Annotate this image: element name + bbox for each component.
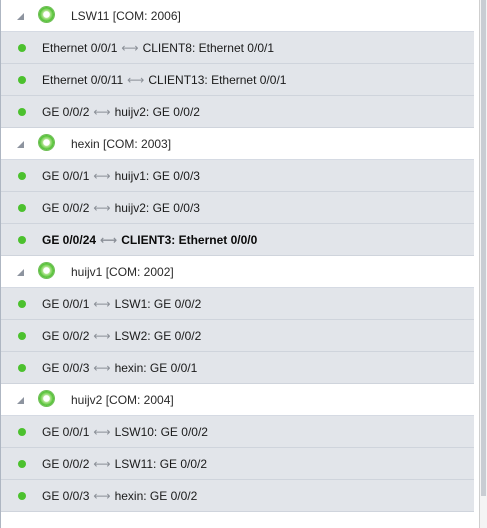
link-row[interactable]: GE 0/0/3 ⟷ hexin: GE 0/0/1 bbox=[1, 352, 474, 384]
expander-triangle-icon[interactable] bbox=[17, 397, 24, 404]
link-row-selected[interactable]: GE 0/0/24 ⟷ CLIENT3: Ethernet 0/0/0 bbox=[1, 224, 474, 256]
link-remote-port: LSW10: GE 0/0/2 bbox=[114, 425, 208, 439]
bidirectional-arrow-icon: ⟷ bbox=[93, 329, 111, 343]
bidirectional-arrow-icon: ⟷ bbox=[100, 233, 118, 247]
device-online-icon bbox=[39, 263, 54, 278]
link-up-dot-icon bbox=[18, 332, 26, 340]
vertical-scrollbar[interactable] bbox=[479, 0, 487, 528]
link-row[interactable]: GE 0/0/1 ⟷ huijv1: GE 0/0/3 bbox=[1, 160, 474, 192]
bidirectional-arrow-icon: ⟷ bbox=[93, 297, 111, 311]
bidirectional-arrow-icon: ⟷ bbox=[93, 361, 111, 375]
device-group-header[interactable]: LSW11 [COM: 2006] bbox=[1, 0, 474, 32]
link-up-dot-icon bbox=[18, 172, 26, 180]
expander-triangle-icon[interactable] bbox=[17, 141, 24, 148]
link-local-port: GE 0/0/1 bbox=[42, 297, 90, 311]
device-online-icon bbox=[39, 135, 54, 150]
link-row[interactable]: GE 0/0/2 ⟷ LSW11: GE 0/0/2 bbox=[1, 448, 474, 480]
link-remote-port: CLIENT8: Ethernet 0/0/1 bbox=[142, 41, 274, 55]
device-link-panel: LSW11 [COM: 2006] Ethernet 0/0/1 ⟷ CLIENT8… bbox=[0, 0, 479, 528]
link-row[interactable]: GE 0/0/3 ⟷ hexin: GE 0/0/2 bbox=[1, 480, 474, 512]
device-group-header[interactable]: hexin [COM: 2003] bbox=[1, 128, 474, 160]
bidirectional-arrow-icon: ⟷ bbox=[93, 489, 111, 503]
device-link-list: LSW11 [COM: 2006] Ethernet 0/0/1 ⟷ CLIENT8… bbox=[1, 0, 474, 512]
link-up-dot-icon bbox=[18, 300, 26, 308]
link-remote-port: LSW1: GE 0/0/2 bbox=[114, 297, 202, 311]
link-row[interactable]: GE 0/0/1 ⟷ LSW1: GE 0/0/2 bbox=[1, 288, 474, 320]
link-up-dot-icon bbox=[18, 364, 26, 372]
bidirectional-arrow-icon: ⟷ bbox=[121, 41, 139, 55]
expander-triangle-icon[interactable] bbox=[17, 13, 24, 20]
link-remote-port: hexin: GE 0/0/2 bbox=[114, 489, 198, 503]
link-row[interactable]: Ethernet 0/0/11 ⟷ CLIENT13: Ethernet 0/0/1 bbox=[1, 64, 474, 96]
bidirectional-arrow-icon: ⟷ bbox=[93, 105, 111, 119]
bidirectional-arrow-icon: ⟷ bbox=[93, 425, 111, 439]
bidirectional-arrow-icon: ⟷ bbox=[93, 201, 111, 215]
device-group-label: hexin [COM: 2003] bbox=[71, 137, 172, 151]
link-local-port: GE 0/0/2 bbox=[42, 457, 90, 471]
link-remote-port: hexin: GE 0/0/1 bbox=[114, 361, 198, 375]
link-up-dot-icon bbox=[18, 76, 26, 84]
link-up-dot-icon bbox=[18, 492, 26, 500]
link-row[interactable]: GE 0/0/2 ⟷ huijv2: GE 0/0/3 bbox=[1, 192, 474, 224]
link-up-dot-icon bbox=[18, 108, 26, 116]
link-remote-port: huijv1: GE 0/0/3 bbox=[114, 169, 200, 183]
link-remote-port: LSW2: GE 0/0/2 bbox=[114, 329, 202, 343]
device-online-icon bbox=[39, 391, 54, 406]
device-group-label: huijv1 [COM: 2002] bbox=[71, 265, 174, 279]
link-local-port: GE 0/0/3 bbox=[42, 489, 90, 503]
bidirectional-arrow-icon: ⟷ bbox=[93, 457, 111, 471]
link-local-port: GE 0/0/2 bbox=[42, 329, 90, 343]
link-local-port: Ethernet 0/0/1 bbox=[42, 41, 118, 55]
link-remote-port: CLIENT13: Ethernet 0/0/1 bbox=[148, 73, 287, 87]
device-group-header[interactable]: huijv1 [COM: 2002] bbox=[1, 256, 474, 288]
link-local-port: GE 0/0/3 bbox=[42, 361, 90, 375]
link-local-port: GE 0/0/1 bbox=[42, 425, 90, 439]
link-local-port: Ethernet 0/0/11 bbox=[42, 73, 124, 87]
link-row[interactable]: Ethernet 0/0/1 ⟷ CLIENT8: Ethernet 0/0/1 bbox=[1, 32, 474, 64]
device-group-header[interactable]: huijv2 [COM: 2004] bbox=[1, 384, 474, 416]
device-group-label: LSW11 [COM: 2006] bbox=[71, 9, 181, 23]
device-group-label: huijv2 [COM: 2004] bbox=[71, 393, 174, 407]
link-up-dot-icon bbox=[18, 44, 26, 52]
device-online-icon bbox=[39, 7, 54, 22]
link-row[interactable]: GE 0/0/2 ⟷ LSW2: GE 0/0/2 bbox=[1, 320, 474, 352]
link-row[interactable]: GE 0/0/2 ⟷ huijv2: GE 0/0/2 bbox=[1, 96, 474, 128]
bidirectional-arrow-icon: ⟷ bbox=[93, 169, 111, 183]
link-local-port: GE 0/0/2 bbox=[42, 105, 90, 119]
link-remote-port: huijv2: GE 0/0/2 bbox=[114, 105, 200, 119]
link-row[interactable]: GE 0/0/1 ⟷ LSW10: GE 0/0/2 bbox=[1, 416, 474, 448]
link-local-port: GE 0/0/24 bbox=[42, 233, 97, 247]
scrollbar-thumb[interactable] bbox=[481, 0, 486, 496]
link-local-port: GE 0/0/1 bbox=[42, 169, 90, 183]
link-local-port: GE 0/0/2 bbox=[42, 201, 90, 215]
link-up-dot-icon bbox=[18, 204, 26, 212]
link-remote-port: huijv2: GE 0/0/3 bbox=[114, 201, 200, 215]
expander-triangle-icon[interactable] bbox=[17, 269, 24, 276]
link-remote-port: CLIENT3: Ethernet 0/0/0 bbox=[121, 233, 258, 247]
link-up-dot-icon bbox=[18, 236, 26, 244]
link-remote-port: LSW11: GE 0/0/2 bbox=[114, 457, 208, 471]
link-up-dot-icon bbox=[18, 428, 26, 436]
bidirectional-arrow-icon: ⟷ bbox=[127, 73, 145, 87]
link-up-dot-icon bbox=[18, 460, 26, 468]
